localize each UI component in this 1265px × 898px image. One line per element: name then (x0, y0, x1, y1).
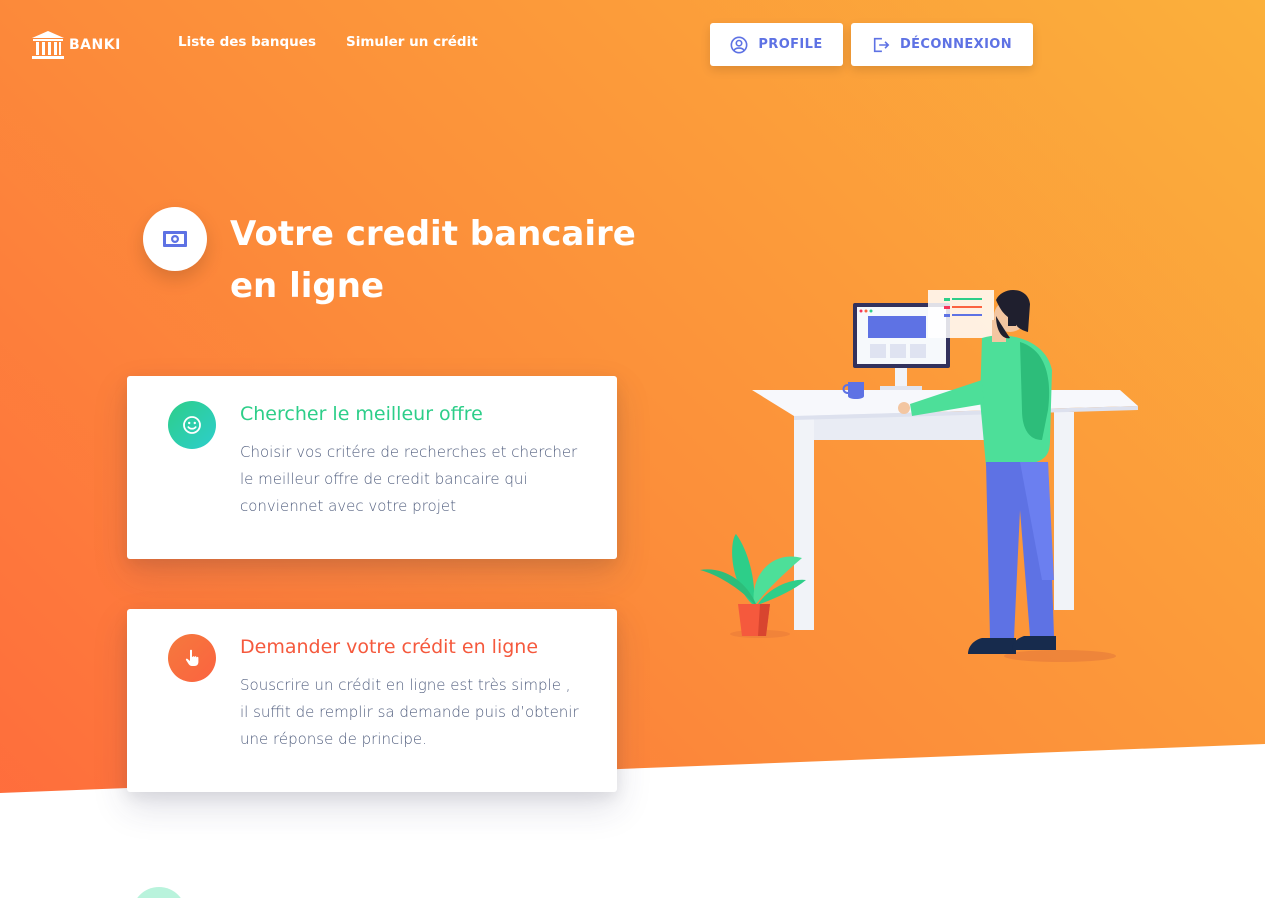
card-icon-badge (168, 634, 216, 682)
feature-card-search: Chercher le meilleur offre Choisir vos c… (127, 376, 617, 559)
title-line-2: en ligne (230, 266, 385, 306)
card-description: Choisir vos critére de recherches et che… (240, 443, 578, 515)
hero-illustration (700, 289, 1138, 662)
profile-button[interactable]: PROFILE (710, 23, 843, 66)
smile-icon (183, 416, 201, 434)
page-title: Votre credit bancaire en ligne (230, 208, 650, 312)
logout-icon (873, 37, 890, 52)
logout-button[interactable]: DÉCONNEXION (851, 23, 1033, 66)
money-icon (163, 231, 187, 247)
nav-link-banks[interactable]: Liste des banques (178, 34, 316, 50)
brand-name: BANKI (69, 37, 121, 53)
card-description: Souscrire un crédit en ligne est très si… (240, 676, 579, 748)
card-title: Chercher le meilleur offre (240, 403, 483, 425)
logout-label: DÉCONNEXION (899, 37, 1013, 52)
card-icon-badge (168, 401, 216, 449)
pointer-hand-icon (185, 649, 199, 666)
money-icon-badge (143, 207, 207, 271)
title-line-1: Votre credit bancaire (230, 214, 636, 254)
user-circle-icon (730, 36, 748, 53)
card-title: Demander votre crédit en ligne (240, 636, 539, 658)
profile-label: PROFILE (758, 37, 823, 52)
feature-card-apply: Demander votre crédit en ligne Souscrire… (127, 609, 617, 792)
section-icon-badge (132, 887, 186, 898)
nav-link-simulate[interactable]: Simuler un crédit (346, 34, 478, 50)
bank-icon (32, 31, 64, 59)
brand-logo[interactable]: BANKI (31, 30, 121, 60)
